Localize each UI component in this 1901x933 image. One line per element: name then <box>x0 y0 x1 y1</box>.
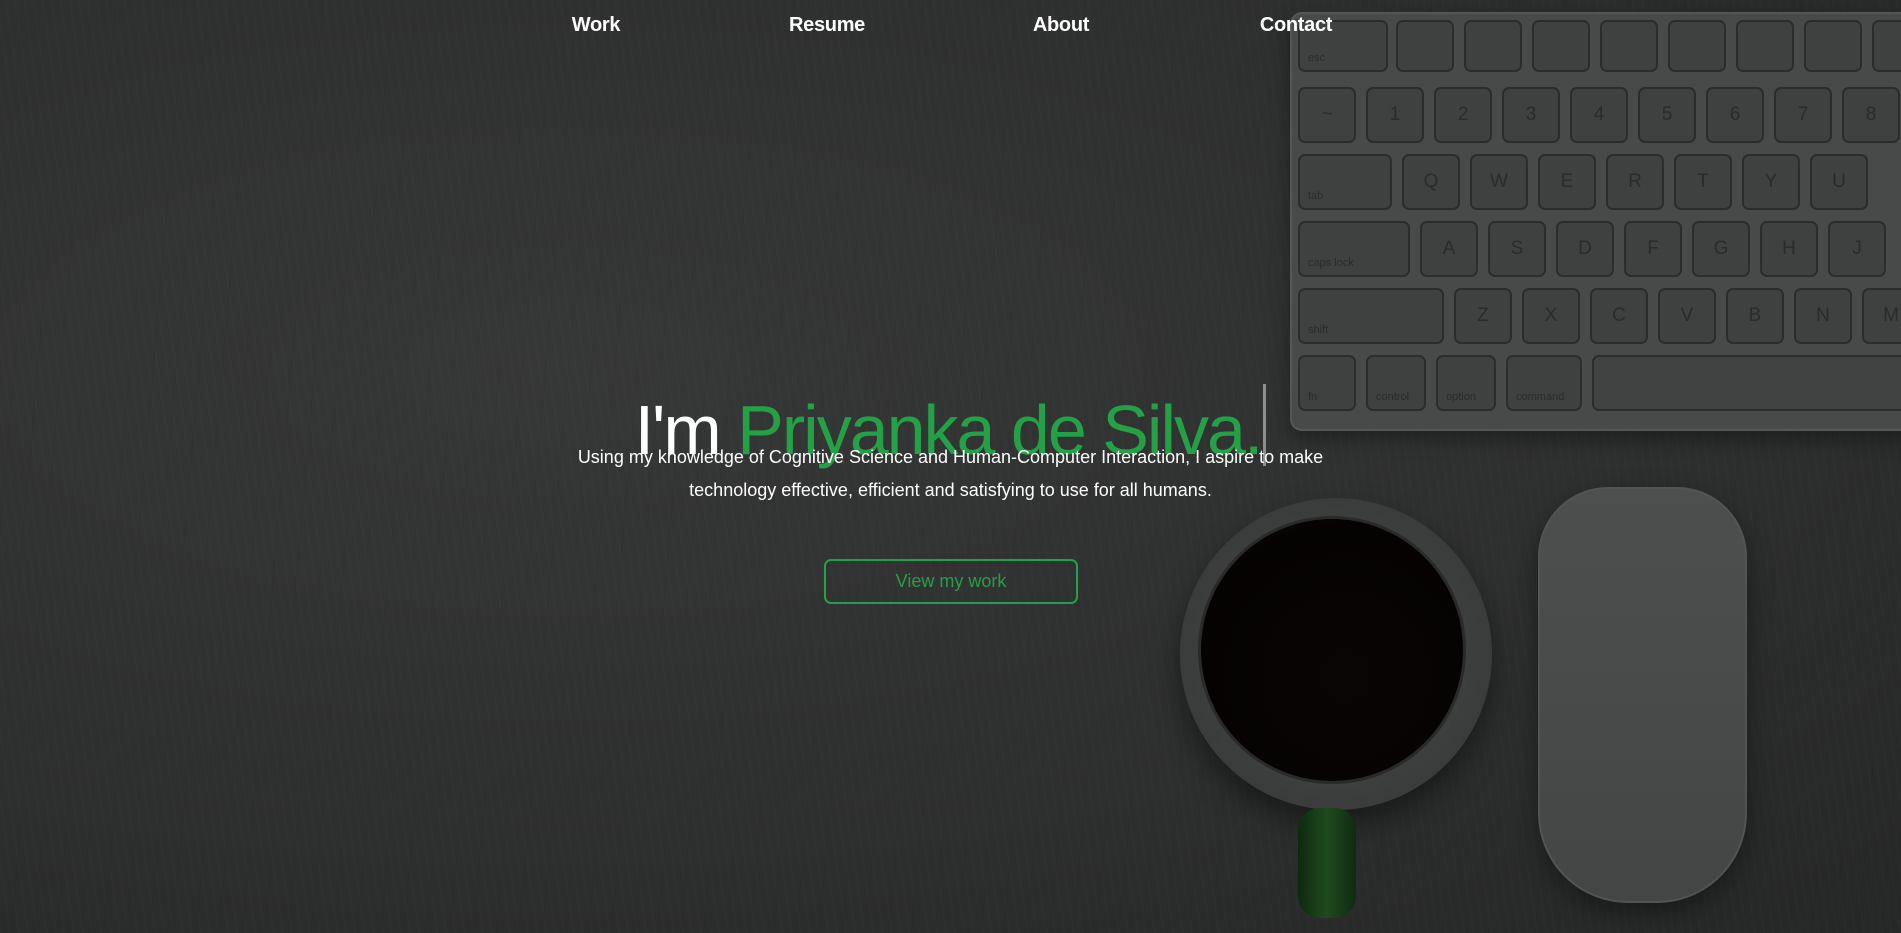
key-f: F <box>1624 221 1682 277</box>
key-y: Y <box>1742 154 1800 210</box>
coffee-liquid <box>1198 516 1466 784</box>
coffee-cup-image <box>1180 498 1492 810</box>
hero-tagline-line-2: technology effective, efficient and sati… <box>689 480 1212 500</box>
key-4: 4 <box>1570 87 1628 143</box>
key-h: H <box>1760 221 1818 277</box>
keyboard-image: esc ~ 1 2 3 4 5 6 7 8 tab Q W E R T Y U … <box>1290 12 1901 431</box>
coffee-cup-handle <box>1298 808 1356 918</box>
key-c: C <box>1590 288 1648 344</box>
key-b: B <box>1726 288 1784 344</box>
key-caps-lock: caps lock <box>1298 221 1410 277</box>
key-e: E <box>1538 154 1596 210</box>
mouse-image <box>1538 487 1747 903</box>
key-x: X <box>1522 288 1580 344</box>
key-j: J <box>1828 221 1886 277</box>
key-z: Z <box>1454 288 1512 344</box>
key-7: 7 <box>1774 87 1832 143</box>
key-s: S <box>1488 221 1546 277</box>
key-3: 3 <box>1502 87 1560 143</box>
hero-tagline: Using my knowledge of Cognitive Science … <box>0 441 1901 507</box>
key-n: N <box>1794 288 1852 344</box>
key-g: G <box>1692 221 1750 277</box>
nav-link-contact[interactable]: Contact <box>1260 14 1333 37</box>
key-shift: shift <box>1298 288 1444 344</box>
key-2: 2 <box>1434 87 1492 143</box>
key-m: M <box>1862 288 1901 344</box>
key-v: V <box>1658 288 1716 344</box>
key-w: W <box>1470 154 1528 210</box>
key-a: A <box>1420 221 1478 277</box>
key-8: 8 <box>1842 87 1900 143</box>
key-tab: tab <box>1298 154 1392 210</box>
nav-link-resume[interactable]: Resume <box>789 14 865 37</box>
nav-link-work[interactable]: Work <box>572 14 621 37</box>
key-r: R <box>1606 154 1664 210</box>
key-t: T <box>1674 154 1732 210</box>
view-my-work-button[interactable]: View my work <box>824 559 1078 604</box>
key-q: Q <box>1402 154 1460 210</box>
key-tilde: ~ <box>1298 87 1356 143</box>
key-5: 5 <box>1638 87 1696 143</box>
key-6: 6 <box>1706 87 1764 143</box>
key-1: 1 <box>1366 87 1424 143</box>
top-navigation: Work Resume About Contact <box>0 14 1901 44</box>
hero-page: esc ~ 1 2 3 4 5 6 7 8 tab Q W E R T Y U … <box>0 0 1901 933</box>
hero-tagline-line-1: Using my knowledge of Cognitive Science … <box>577 447 1324 467</box>
nav-link-about[interactable]: About <box>1033 14 1090 37</box>
key-u: U <box>1810 154 1868 210</box>
key-d: D <box>1556 221 1614 277</box>
